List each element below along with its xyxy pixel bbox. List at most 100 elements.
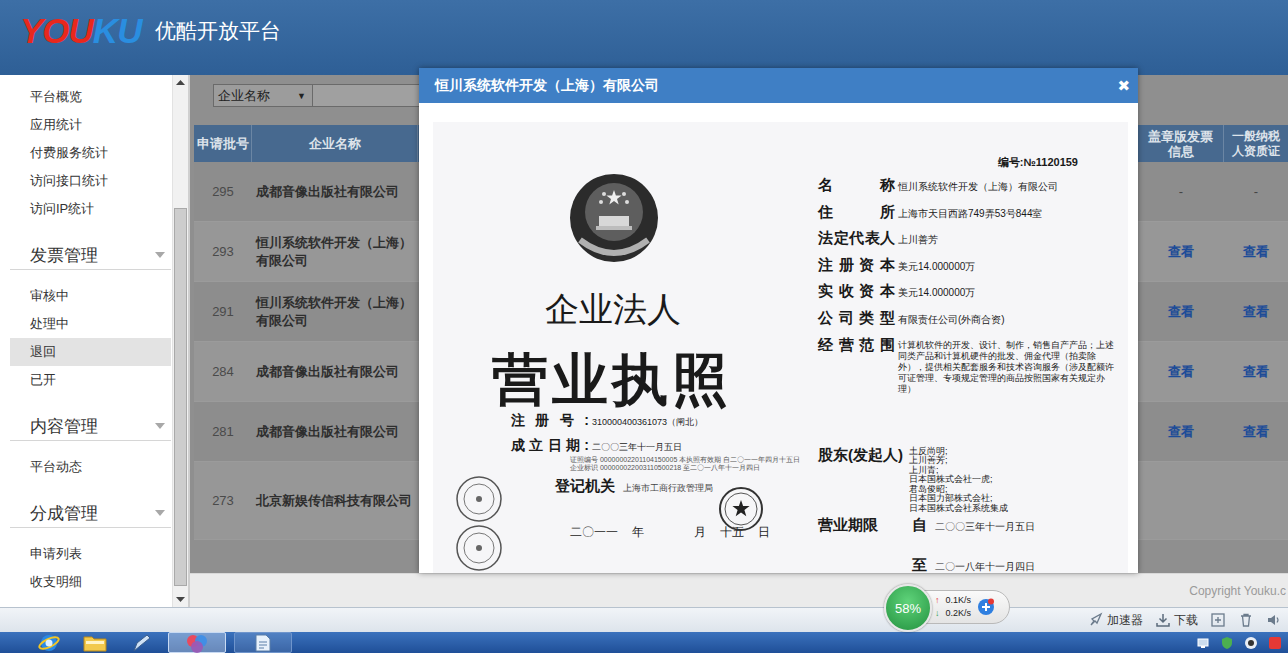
chevron-down-icon[interactable] xyxy=(155,510,165,516)
sidebar-item[interactable]: 收支明细 xyxy=(10,568,171,596)
sidebar-item[interactable]: 平台概览 xyxy=(10,83,171,111)
sidebar-item[interactable]: 已开 xyxy=(10,366,171,394)
status-item[interactable]: 加速器 xyxy=(1088,612,1143,629)
sidebar-item[interactable]: 申请列表 xyxy=(10,540,171,568)
dialog-title-bar[interactable]: 恒川系统软件开发（上海）有限公司 ✖ xyxy=(419,68,1138,103)
taskbar-app[interactable] xyxy=(122,632,160,653)
sidebar-item[interactable]: 审核中 xyxy=(10,282,171,310)
field-value: 二〇〇三年十一月五日 xyxy=(592,438,682,456)
section-title[interactable]: 分成管理 xyxy=(30,502,98,525)
browser-icon[interactable] xyxy=(38,633,60,653)
column-header: 盖章版发票信息 xyxy=(1138,125,1224,162)
sidebar-section-heading[interactable]: 内容管理 xyxy=(10,407,171,441)
view-link[interactable]: 查看 xyxy=(1243,243,1269,261)
view-link[interactable]: 查看 xyxy=(1168,243,1194,261)
seal-stamp-icon xyxy=(455,475,503,523)
empty-mark: - xyxy=(1254,184,1258,199)
top-header: YOUKU 优酷开放平台 xyxy=(0,0,1288,75)
add-window-icon[interactable] xyxy=(1210,612,1226,628)
column-header: 申请批号 xyxy=(194,125,252,162)
logo-part[interactable]: KU xyxy=(93,11,142,50)
sidebar-item[interactable]: 处理中 xyxy=(10,310,171,338)
company-cell: 北京新娱传信科技有限公司 xyxy=(252,462,418,539)
view-link[interactable]: 查看 xyxy=(1243,423,1269,441)
chevron-down-icon[interactable] xyxy=(155,423,165,429)
sidebar-section-heading[interactable]: 发票管理 xyxy=(10,236,171,270)
taxpayer-cell: 查看 xyxy=(1224,222,1288,281)
document-icon[interactable] xyxy=(251,633,275,653)
download-icon[interactable] xyxy=(1155,612,1171,628)
sidebar-list: 平台概览应用统计付费服务统计访问接口统计访问IP统计发票管理 审核中处理中退回已… xyxy=(10,75,171,607)
select-label[interactable]: 企业名称 xyxy=(218,87,270,105)
network-speed-widget[interactable]: ↑0.1K/s ↓0.2K/s 58% xyxy=(884,584,1012,632)
batch-cell: 281 xyxy=(194,402,252,461)
view-link[interactable]: 查看 xyxy=(1168,363,1194,381)
sidebar-item[interactable]: 付费服务统计 xyxy=(10,139,171,167)
view-link[interactable]: 查看 xyxy=(1243,303,1269,321)
business-license: 编号:№1120159 企业法人 营业执照 注册号: 3100004003610… xyxy=(433,122,1128,573)
shareholder-name: 土反尚明; xyxy=(909,447,1008,457)
memory-usage-circle[interactable]: 58% xyxy=(884,584,932,632)
field-label: 登记机关 xyxy=(555,477,615,495)
scroll-down-icon[interactable] xyxy=(176,597,185,602)
folder-icon[interactable] xyxy=(82,633,108,653)
usage-percent[interactable]: 58% xyxy=(895,601,921,616)
chevron-down-icon[interactable] xyxy=(155,252,165,258)
fine-print-line: 证照编号 00000002201104150005 本执照有效期 自二〇一一年四… xyxy=(570,456,800,464)
taskbar-app[interactable] xyxy=(234,632,292,653)
youku-logo[interactable]: YOUKU xyxy=(20,11,141,51)
sidebar-section-heading[interactable]: 分成管理 xyxy=(10,494,171,528)
sidebar-scrollbar[interactable] xyxy=(172,75,188,607)
view-link[interactable]: 查看 xyxy=(1168,423,1194,441)
field-value: 上海市工商行政管理局 xyxy=(623,479,713,497)
taxpayer-cell xyxy=(1224,462,1288,539)
status-label[interactable]: 加速器 xyxy=(1107,612,1143,629)
rocket-icon[interactable] xyxy=(1088,612,1104,628)
batch-cell: 295 xyxy=(194,162,252,221)
field-label: 住所 xyxy=(818,200,895,225)
dialog-body: 编号:№1120159 企业法人 营业执照 注册号: 3100004003610… xyxy=(419,103,1138,573)
license-subtitle: 企业法人 xyxy=(545,289,681,329)
license-title: 营业执照 xyxy=(492,349,732,411)
chat-icon[interactable] xyxy=(1244,636,1258,650)
batch-cell: 291 xyxy=(194,282,252,341)
license-field: 名称 恒川系统软件开发（上海）有限公司 xyxy=(818,173,1128,200)
volume-icon[interactable] xyxy=(1266,612,1282,628)
shareholder-name: 日本国株式会社一虎; xyxy=(909,475,1008,485)
section-title[interactable]: 内容管理 xyxy=(30,415,98,438)
taskbar-app[interactable] xyxy=(76,632,114,653)
select-arrow[interactable]: ▼ xyxy=(297,91,306,101)
status-label[interactable]: 下载 xyxy=(1174,612,1198,629)
scroll-up-icon[interactable] xyxy=(176,80,185,85)
network-icon[interactable] xyxy=(1196,636,1210,650)
view-link[interactable]: 查看 xyxy=(1168,303,1194,321)
sidebar-item[interactable]: 应用统计 xyxy=(10,111,171,139)
sidebar-item[interactable]: 平台动态 xyxy=(10,453,171,481)
scroll-thumb[interactable] xyxy=(174,208,187,586)
shield-icon[interactable] xyxy=(1220,636,1234,650)
sidebar-item[interactable]: 访问IP统计 xyxy=(10,195,171,223)
search-field-select[interactable]: 企业名称 ▼ xyxy=(213,84,313,107)
status-item[interactable] xyxy=(1210,612,1226,628)
view-link[interactable]: 查看 xyxy=(1243,363,1269,381)
field-label: 实收资本 xyxy=(818,279,895,304)
status-item[interactable]: 下载 xyxy=(1155,612,1198,629)
logo-part[interactable]: YOU xyxy=(20,11,93,50)
ime-icon[interactable] xyxy=(1268,636,1282,650)
taskbar-app[interactable] xyxy=(168,632,226,653)
license-field: 实收资本 美元14.000000万 xyxy=(818,279,1128,306)
pen-tool-icon[interactable] xyxy=(129,633,153,653)
close-button[interactable]: ✖ xyxy=(1117,77,1130,95)
field-label: 公司类型 xyxy=(818,306,895,331)
section-title[interactable]: 发票管理 xyxy=(30,244,98,267)
taskbar-app[interactable] xyxy=(30,632,68,653)
sidebar-item[interactable]: 退回 xyxy=(10,338,171,366)
trash-icon[interactable] xyxy=(1238,612,1254,628)
media-player-icon[interactable] xyxy=(184,633,210,653)
plus-icon[interactable] xyxy=(977,598,995,616)
status-item[interactable] xyxy=(1238,612,1254,628)
taxpayer-cell: 查看 xyxy=(1224,282,1288,341)
sidebar-item[interactable]: 访问接口统计 xyxy=(10,167,171,195)
status-item[interactable] xyxy=(1266,612,1282,628)
field-label: 名称 xyxy=(818,173,895,198)
